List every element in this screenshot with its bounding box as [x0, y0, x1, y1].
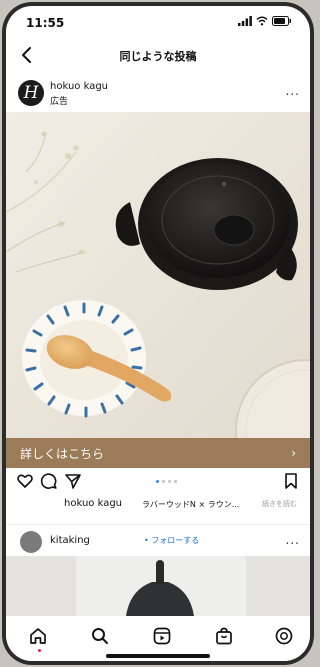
post-header: H hokuo kagu 広告 ...	[6, 76, 310, 112]
reels-icon[interactable]	[152, 626, 172, 646]
home-icon[interactable]	[28, 626, 48, 646]
more-options-icon[interactable]: ...	[286, 84, 300, 98]
page-title: 同じような投稿	[119, 50, 197, 63]
caption-text: ラバーウッドN × ラウン...	[142, 500, 240, 509]
read-more-link[interactable]: 続きを読む	[262, 499, 297, 509]
avatar[interactable]: H	[18, 80, 44, 106]
avatar[interactable]	[20, 531, 42, 553]
next-post-header: kitaking • フォローする ...	[6, 524, 310, 557]
post-image[interactable]	[6, 112, 310, 438]
chevron-right-icon: ›	[291, 446, 296, 460]
carousel-dot	[156, 480, 159, 483]
post-actions	[6, 468, 310, 494]
carousel-dot	[174, 480, 177, 483]
caption: hokuo kagu ラバーウッドN × ラウン... 続きを読む	[6, 496, 310, 514]
share-icon[interactable]	[64, 472, 82, 490]
status-time: 11:55	[26, 16, 65, 30]
learn-more-button[interactable]: 詳しくはこちら ›	[6, 438, 310, 468]
shop-icon[interactable]	[214, 626, 234, 646]
notification-dot	[38, 649, 41, 652]
home-indicator	[106, 654, 210, 658]
signal-icon	[238, 16, 252, 26]
search-icon[interactable]	[90, 626, 110, 646]
carousel-dot	[168, 480, 171, 483]
account-name[interactable]: hokuo kagu	[50, 81, 108, 92]
wifi-icon	[256, 16, 268, 26]
cta-label: 詳しくはこちら	[20, 446, 105, 461]
bookmark-icon[interactable]	[282, 472, 300, 490]
phone-screen: 11:55 同じような投稿 H hokuo kagu 広告 ... 詳しくはこち…	[6, 6, 310, 661]
status-icons	[238, 16, 292, 26]
status-bar: 11:55	[6, 6, 310, 36]
account-name[interactable]: kitaking	[50, 535, 90, 546]
carousel-indicator	[156, 480, 177, 483]
caption-account[interactable]: hokuo kagu	[64, 498, 122, 509]
carousel-dot	[162, 480, 165, 483]
more-options-icon[interactable]: ...	[286, 533, 300, 547]
next-post-image[interactable]	[6, 556, 310, 616]
header: 同じような投稿	[6, 42, 310, 70]
avatar-letter: H	[23, 83, 39, 103]
follow-button[interactable]: • フォローする	[144, 535, 199, 546]
heart-icon[interactable]	[16, 472, 34, 490]
profile-icon[interactable]	[274, 626, 294, 646]
sponsored-label: 広告	[50, 97, 69, 107]
comment-icon[interactable]	[40, 472, 58, 490]
battery-icon	[272, 16, 291, 26]
